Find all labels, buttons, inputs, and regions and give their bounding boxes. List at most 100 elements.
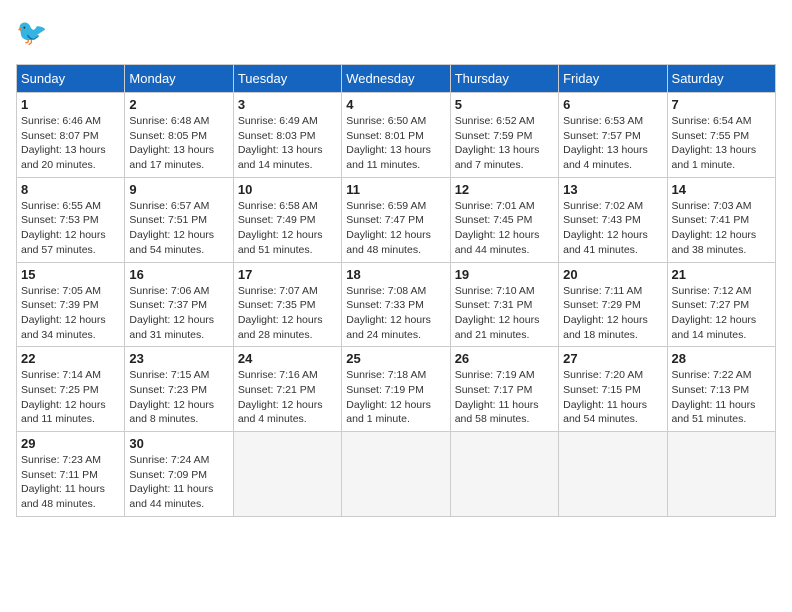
calendar-day-cell: 24 Sunrise: 7:16 AM Sunset: 7:21 PM Dayli… [233, 347, 341, 432]
calendar-day-cell: 25 Sunrise: 7:18 AM Sunset: 7:19 PM Dayli… [342, 347, 450, 432]
calendar-day-cell: 3 Sunrise: 6:49 AM Sunset: 8:03 PM Daylig… [233, 93, 341, 178]
page-header: 🐦 [16, 16, 776, 52]
day-info: Sunrise: 6:59 AM Sunset: 7:47 PM Dayligh… [346, 199, 445, 258]
day-number: 9 [129, 182, 228, 197]
calendar-day-cell: 30 Sunrise: 7:24 AM Sunset: 7:09 PM Dayli… [125, 432, 233, 517]
day-info: Sunrise: 7:23 AM Sunset: 7:11 PM Dayligh… [21, 453, 120, 512]
day-number: 17 [238, 267, 337, 282]
day-number: 19 [455, 267, 554, 282]
calendar-day-cell: 2Sunrise: 6:48 AM Sunset: 8:05 PM Daylig… [125, 93, 233, 178]
weekday-header-wednesday: Wednesday [342, 65, 450, 93]
weekday-header-monday: Monday [125, 65, 233, 93]
day-number: 12 [455, 182, 554, 197]
logo-icon: 🐦 [16, 16, 52, 52]
day-info: Sunrise: 7:15 AM Sunset: 7:23 PM Dayligh… [129, 368, 228, 427]
day-info: Sunrise: 7:03 AM Sunset: 7:41 PM Dayligh… [672, 199, 771, 258]
calendar-day-cell: 8 Sunrise: 6:55 AM Sunset: 7:53 PM Daylig… [17, 177, 125, 262]
weekday-header-friday: Friday [559, 65, 667, 93]
day-info: Sunrise: 7:06 AM Sunset: 7:37 PM Dayligh… [129, 284, 228, 343]
calendar-day-cell: 10 Sunrise: 6:58 AM Sunset: 7:49 PM Dayli… [233, 177, 341, 262]
weekday-header-thursday: Thursday [450, 65, 558, 93]
day-info: Sunrise: 6:53 AM Sunset: 7:57 PM Dayligh… [563, 114, 662, 173]
day-number: 28 [672, 351, 771, 366]
day-info: Sunrise: 6:57 AM Sunset: 7:51 PM Dayligh… [129, 199, 228, 258]
day-number: 22 [21, 351, 120, 366]
calendar-day-cell: 4 Sunrise: 6:50 AM Sunset: 8:01 PM Daylig… [342, 93, 450, 178]
day-info: Sunrise: 7:24 AM Sunset: 7:09 PM Dayligh… [129, 453, 228, 512]
calendar-day-cell: 5 Sunrise: 6:52 AM Sunset: 7:59 PM Daylig… [450, 93, 558, 178]
weekday-header-saturday: Saturday [667, 65, 775, 93]
day-number: 25 [346, 351, 445, 366]
calendar-week-row: 22 Sunrise: 7:14 AM Sunset: 7:25 PM Dayli… [17, 347, 776, 432]
day-info: Sunrise: 7:10 AM Sunset: 7:31 PM Dayligh… [455, 284, 554, 343]
day-number: 4 [346, 97, 445, 112]
day-number: 29 [21, 436, 120, 451]
day-number: 24 [238, 351, 337, 366]
day-number: 10 [238, 182, 337, 197]
calendar-day-cell: 1 Sunrise: 6:46 AM Sunset: 8:07 PM Daylig… [17, 93, 125, 178]
calendar-day-cell: 28 Sunrise: 7:22 AM Sunset: 7:13 PM Dayli… [667, 347, 775, 432]
day-info: Sunrise: 7:20 AM Sunset: 7:15 PM Dayligh… [563, 368, 662, 427]
calendar-day-cell: 15 Sunrise: 7:05 AM Sunset: 7:39 PM Dayli… [17, 262, 125, 347]
calendar-week-row: 15 Sunrise: 7:05 AM Sunset: 7:39 PM Dayli… [17, 262, 776, 347]
day-info: Sunrise: 6:55 AM Sunset: 7:53 PM Dayligh… [21, 199, 120, 258]
calendar-day-cell [559, 432, 667, 517]
calendar-table: SundayMondayTuesdayWednesdayThursdayFrid… [16, 64, 776, 517]
calendar-day-cell: 29 Sunrise: 7:23 AM Sunset: 7:11 PM Dayli… [17, 432, 125, 517]
day-number: 13 [563, 182, 662, 197]
day-number: 20 [563, 267, 662, 282]
day-info: Sunrise: 7:07 AM Sunset: 7:35 PM Dayligh… [238, 284, 337, 343]
day-number: 1 [21, 97, 120, 112]
day-number: 30 [129, 436, 228, 451]
day-info: Sunrise: 6:50 AM Sunset: 8:01 PM Dayligh… [346, 114, 445, 173]
day-number: 7 [672, 97, 771, 112]
calendar-day-cell: 27 Sunrise: 7:20 AM Sunset: 7:15 PM Dayli… [559, 347, 667, 432]
day-number: 23 [129, 351, 228, 366]
day-info: Sunrise: 7:11 AM Sunset: 7:29 PM Dayligh… [563, 284, 662, 343]
day-info: Sunrise: 7:05 AM Sunset: 7:39 PM Dayligh… [21, 284, 120, 343]
calendar-day-cell: 17 Sunrise: 7:07 AM Sunset: 7:35 PM Dayli… [233, 262, 341, 347]
day-info: Sunrise: 6:48 AM Sunset: 8:05 PM Dayligh… [129, 114, 228, 173]
calendar-day-cell: 18Sunrise: 7:08 AM Sunset: 7:33 PM Dayli… [342, 262, 450, 347]
calendar-day-cell: 16 Sunrise: 7:06 AM Sunset: 7:37 PM Dayli… [125, 262, 233, 347]
calendar-day-cell: 19 Sunrise: 7:10 AM Sunset: 7:31 PM Dayli… [450, 262, 558, 347]
calendar-day-cell [450, 432, 558, 517]
calendar-day-cell: 22 Sunrise: 7:14 AM Sunset: 7:25 PM Dayli… [17, 347, 125, 432]
day-info: Sunrise: 6:52 AM Sunset: 7:59 PM Dayligh… [455, 114, 554, 173]
calendar-day-cell: 23 Sunrise: 7:15 AM Sunset: 7:23 PM Dayli… [125, 347, 233, 432]
calendar-day-cell: 9 Sunrise: 6:57 AM Sunset: 7:51 PM Daylig… [125, 177, 233, 262]
calendar-week-row: 1 Sunrise: 6:46 AM Sunset: 8:07 PM Daylig… [17, 93, 776, 178]
calendar-day-cell: 14 Sunrise: 7:03 AM Sunset: 7:41 PM Dayli… [667, 177, 775, 262]
weekday-header-sunday: Sunday [17, 65, 125, 93]
logo: 🐦 [16, 16, 56, 52]
day-number: 5 [455, 97, 554, 112]
calendar-day-cell: 12Sunrise: 7:01 AM Sunset: 7:45 PM Dayli… [450, 177, 558, 262]
calendar-day-cell: 21Sunrise: 7:12 AM Sunset: 7:27 PM Dayli… [667, 262, 775, 347]
day-info: Sunrise: 7:22 AM Sunset: 7:13 PM Dayligh… [672, 368, 771, 427]
calendar-day-cell: 13 Sunrise: 7:02 AM Sunset: 7:43 PM Dayli… [559, 177, 667, 262]
calendar-day-cell: 20 Sunrise: 7:11 AM Sunset: 7:29 PM Dayli… [559, 262, 667, 347]
day-number: 14 [672, 182, 771, 197]
day-number: 16 [129, 267, 228, 282]
calendar-day-cell [667, 432, 775, 517]
day-info: Sunrise: 6:46 AM Sunset: 8:07 PM Dayligh… [21, 114, 120, 173]
day-info: Sunrise: 7:14 AM Sunset: 7:25 PM Dayligh… [21, 368, 120, 427]
day-info: Sunrise: 6:58 AM Sunset: 7:49 PM Dayligh… [238, 199, 337, 258]
day-info: Sunrise: 7:08 AM Sunset: 7:33 PM Dayligh… [346, 284, 445, 343]
calendar-day-cell: 7Sunrise: 6:54 AM Sunset: 7:55 PM Daylig… [667, 93, 775, 178]
day-info: Sunrise: 7:19 AM Sunset: 7:17 PM Dayligh… [455, 368, 554, 427]
day-number: 15 [21, 267, 120, 282]
day-info: Sunrise: 7:02 AM Sunset: 7:43 PM Dayligh… [563, 199, 662, 258]
day-number: 3 [238, 97, 337, 112]
day-number: 27 [563, 351, 662, 366]
day-info: Sunrise: 7:18 AM Sunset: 7:19 PM Dayligh… [346, 368, 445, 427]
day-number: 8 [21, 182, 120, 197]
day-info: Sunrise: 7:16 AM Sunset: 7:21 PM Dayligh… [238, 368, 337, 427]
calendar-day-cell [233, 432, 341, 517]
calendar-week-row: 8 Sunrise: 6:55 AM Sunset: 7:53 PM Daylig… [17, 177, 776, 262]
calendar-day-cell [342, 432, 450, 517]
calendar-week-row: 29 Sunrise: 7:23 AM Sunset: 7:11 PM Dayli… [17, 432, 776, 517]
day-info: Sunrise: 6:49 AM Sunset: 8:03 PM Dayligh… [238, 114, 337, 173]
day-number: 26 [455, 351, 554, 366]
calendar-header-row: SundayMondayTuesdayWednesdayThursdayFrid… [17, 65, 776, 93]
